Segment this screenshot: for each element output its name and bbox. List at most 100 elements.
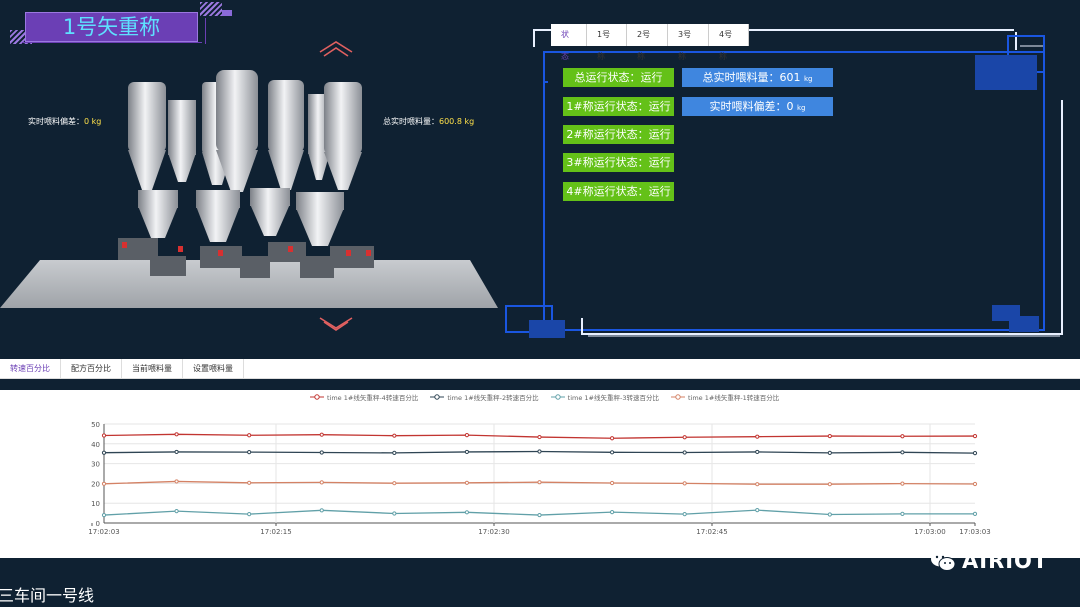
- feed-deviation-chip: 实时喂料偏差：0 kg: [682, 97, 833, 116]
- series-point: [609, 450, 615, 455]
- series-point: [247, 433, 252, 438]
- series-point: [174, 432, 179, 437]
- series-point: [900, 481, 905, 486]
- total-feed-chip-unit: kg: [804, 75, 813, 83]
- total-feed-chip-value: 601: [779, 71, 801, 84]
- series-point: [101, 512, 107, 518]
- chart-tabs: 转速百分比 配方百分比 当前喂料量 设置喂料量: [0, 359, 1080, 379]
- x-tick-label: 17:02:03: [88, 528, 119, 536]
- series-point: [682, 481, 687, 486]
- series-point: [464, 432, 470, 438]
- total-feed-unit: kg: [464, 117, 475, 126]
- series-point: [755, 434, 760, 439]
- tab-current-feed[interactable]: 当前喂料量: [122, 359, 183, 379]
- chevron-up-icon[interactable]: [318, 40, 354, 58]
- series-point: [247, 511, 252, 517]
- title-decoration-right: [200, 2, 222, 16]
- series-point: [682, 435, 687, 440]
- series-point: [755, 508, 760, 513]
- series-point: [537, 449, 542, 454]
- tab-scale-1[interactable]: 1号称: [587, 24, 627, 61]
- series-point: [827, 433, 832, 439]
- series-point: [464, 510, 470, 515]
- y-tick-label: 10: [91, 500, 100, 508]
- title-box: 1号矢重称: [25, 12, 198, 42]
- series-point: [319, 508, 324, 513]
- series-point: [609, 436, 615, 441]
- series-point: [900, 434, 905, 439]
- tab-scale-2[interactable]: 2号称: [627, 24, 668, 61]
- status-tabs: 状态 1号称 2号称 3号称 4号称: [551, 24, 749, 61]
- series-point: [537, 480, 542, 485]
- x-tick-label: 17:02:15: [260, 528, 291, 536]
- series-point: [174, 479, 179, 484]
- title-divider: [205, 18, 206, 44]
- series-point: [101, 433, 107, 438]
- tab-scale-3[interactable]: 3号称: [668, 24, 709, 61]
- series-point: [174, 509, 179, 514]
- feed-deviation-chip-label: 实时喂料偏差：: [709, 100, 787, 113]
- series-point: [101, 450, 107, 455]
- line-chart: 0 10 20 30 40 50 17:02:03 17:02:15 17:02:30 17:02…: [88, 421, 990, 536]
- brand-logo: AIRIOT: [930, 549, 1048, 573]
- series-point: [900, 450, 905, 455]
- scale3-run-status: 3#称运行状态：运行: [563, 153, 674, 172]
- brand-name: AIRIOT: [962, 549, 1049, 573]
- total-run-status: 总运行状态：运行: [563, 68, 674, 87]
- feed-deviation-label: 实时喂料偏差：: [28, 117, 84, 126]
- series-point: [247, 480, 252, 485]
- series-point: [392, 450, 397, 456]
- total-feed-chip-label: 总实时喂料量：: [702, 71, 780, 84]
- tab-set-feed[interactable]: 设置喂料量: [183, 359, 244, 379]
- total-feed-value: 600.8: [439, 117, 462, 126]
- total-feed-label: 总实时喂料量：: [383, 117, 439, 126]
- page-title: 1号矢重称: [62, 15, 161, 39]
- tab-status[interactable]: 状态: [551, 24, 587, 61]
- feed-deviation-chip-unit: kg: [797, 104, 806, 112]
- wechat-icon: [931, 551, 956, 571]
- y-tick-label: 50: [91, 421, 100, 429]
- series-point: [319, 450, 324, 455]
- chevron-down-icon[interactable]: [318, 316, 354, 334]
- series-point: [101, 481, 107, 486]
- y-tick-label: 40: [91, 441, 100, 449]
- series-point: [609, 480, 615, 486]
- series-point: [609, 510, 615, 515]
- series-point: [174, 449, 179, 455]
- feed-deviation-chip-value: 0: [786, 100, 794, 113]
- series-point: [827, 450, 832, 456]
- series-point: [827, 482, 832, 487]
- line-name-label: 三车间一号线: [0, 586, 95, 605]
- tab-scale-4[interactable]: 4号称: [709, 24, 749, 61]
- series-point: [827, 512, 832, 517]
- series-point: [972, 451, 978, 456]
- total-feed-chip: 总实时喂料量：601 kg: [682, 68, 833, 87]
- x-tick-label: 17:02:30: [478, 528, 509, 536]
- x-tick-label: 17:03:03: [959, 528, 990, 536]
- series-point: [755, 449, 760, 455]
- series-point: [537, 512, 542, 518]
- series-point: [900, 511, 905, 516]
- x-tick-label: 17:03:00: [914, 528, 945, 536]
- series-point: [972, 481, 978, 487]
- series-point: [682, 511, 687, 517]
- total-feed-stat: 总实时喂料量：600.8 kg: [383, 116, 474, 127]
- feed-deviation-unit: kg: [91, 117, 102, 126]
- series-point: [319, 480, 324, 485]
- series-point: [392, 511, 397, 516]
- series-point: [392, 433, 397, 438]
- tab-speed-percent[interactable]: 转速百分比: [0, 359, 61, 379]
- tab-recipe-percent[interactable]: 配方百分比: [61, 359, 122, 379]
- title-underline: [22, 42, 202, 43]
- series-point: [537, 434, 542, 440]
- series-point: [972, 433, 978, 439]
- series-point: [392, 481, 397, 486]
- series-point: [464, 480, 470, 485]
- y-tick-label: 20: [91, 480, 100, 488]
- machine-illustration: [0, 70, 498, 308]
- series-point: [972, 511, 978, 516]
- feed-deviation-stat: 实时喂料偏差：0 kg: [28, 116, 101, 127]
- feed-deviation-value: 0: [84, 117, 90, 126]
- series-point: [755, 482, 760, 487]
- scale4-run-status: 4#称运行状态：运行: [563, 182, 674, 201]
